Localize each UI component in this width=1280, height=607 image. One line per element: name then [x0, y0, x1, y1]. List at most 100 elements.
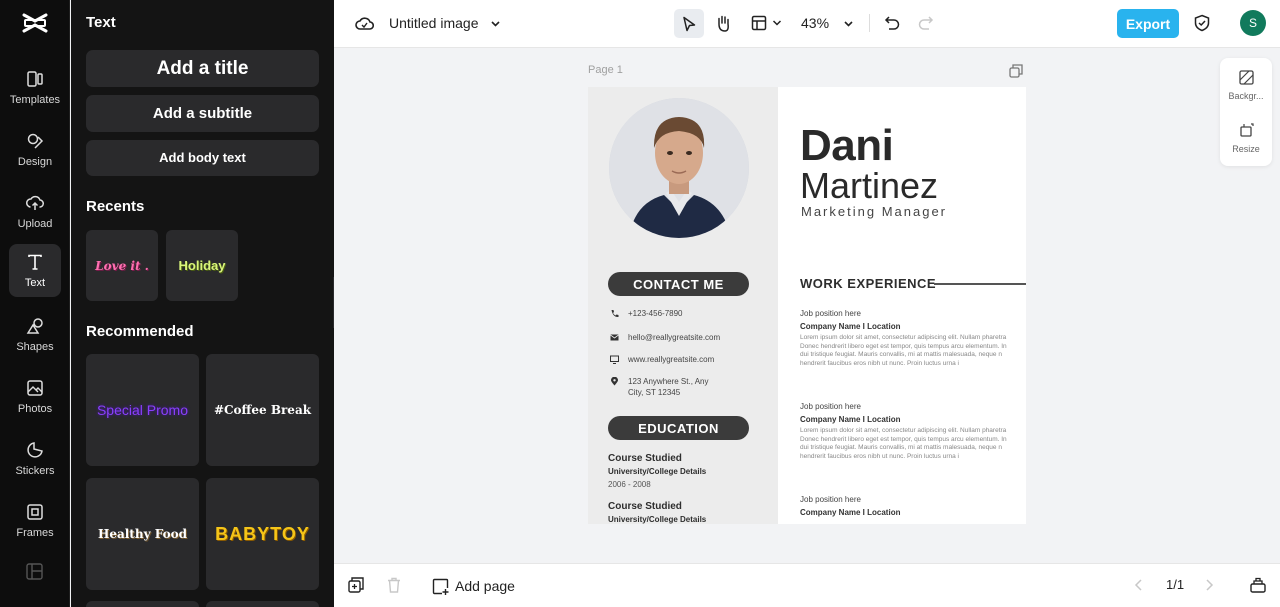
portrait-image [609, 98, 749, 238]
undo-icon[interactable] [884, 15, 900, 30]
duplicate-icon[interactable] [348, 577, 364, 593]
redo-icon[interactable] [918, 15, 934, 30]
monitor-icon [610, 355, 619, 364]
recommended-heading: Recommended [86, 323, 194, 340]
capcut-logo[interactable] [22, 11, 48, 35]
job-entry: Job position here Company Name I Locatio… [800, 309, 1026, 368]
job-company: Company Name I Location [800, 415, 901, 424]
recommended-label: #Coffee Break [213, 403, 312, 417]
recents-heading: Recents [86, 198, 145, 215]
contact-email: hello@reallygreatsite.com [628, 333, 721, 342]
shapes-icon [26, 318, 43, 334]
page-counter: 1/1 [1166, 577, 1185, 592]
apps-icon[interactable] [26, 563, 43, 580]
recent-text-love-it[interactable]: Love it . [86, 230, 158, 301]
rail-label: Photos [17, 403, 53, 415]
trash-icon[interactable] [387, 577, 401, 593]
photos-icon [27, 380, 43, 396]
profile-photo[interactable] [609, 98, 749, 238]
rail-label: Shapes [16, 341, 54, 353]
cloud-sync-icon[interactable] [355, 15, 374, 32]
left-rail: Templates Design Upload Text Shapes Phot… [0, 0, 70, 607]
job-company: Company Name I Location [800, 322, 901, 331]
rail-item-photos[interactable]: Photos [9, 370, 61, 423]
frames-icon [27, 504, 43, 520]
chevron-down-icon[interactable] [490, 18, 501, 29]
add-page-button[interactable]: Add page [432, 576, 515, 596]
templates-icon [27, 71, 43, 87]
document-title[interactable]: Untitled image [389, 15, 479, 31]
recent-text-label: Love it . [95, 258, 149, 273]
recommended-babytoy[interactable]: BABYTOY [206, 478, 319, 590]
rail-label: Text [24, 277, 46, 289]
rail-item-frames[interactable]: Frames [9, 494, 61, 547]
duplicate-page-icon[interactable] [1009, 64, 1023, 78]
layout-chevron-icon[interactable] [772, 18, 782, 28]
job-description-line: Lorem ipsum dolor sit amet, consectetur … [800, 334, 1007, 341]
prev-page-icon[interactable] [1134, 579, 1143, 591]
upload-icon [26, 195, 44, 210]
contact-phone: +123-456-7890 [628, 309, 683, 318]
job-entry: Job position here Company Name I Locatio… [800, 495, 1026, 517]
shield-icon[interactable] [1194, 14, 1210, 32]
add-body-text-button[interactable]: Add body text [86, 140, 319, 176]
resume-role[interactable]: Marketing Manager [801, 204, 947, 219]
recommended-healthy-food[interactable]: Healthy Food [86, 478, 199, 590]
export-button[interactable]: Export [1117, 9, 1179, 38]
page-label: Page 1 [588, 64, 623, 76]
side-tool-label: Resize [1232, 144, 1260, 154]
phone-icon [611, 310, 619, 318]
job-position: Job position here [800, 402, 861, 411]
rail-label: Templates [9, 94, 61, 106]
resume-page[interactable]: CONTACT ME +123-456-7890 hello@reallygre… [588, 87, 1026, 524]
job-description-line: dui tristique feugiat. Mauris convallis,… [800, 351, 1002, 359]
side-tool-label: Backgr... [1228, 91, 1264, 101]
recommended-coffee-break[interactable]: #Coffee Break [206, 354, 319, 466]
page-manager-icon[interactable] [1250, 577, 1266, 593]
job-company: Company Name I Location [800, 508, 901, 517]
select-tool-button[interactable] [674, 9, 704, 38]
job-description-line: hendrerit faucibus eros nibh ut nunc. Pr… [800, 452, 959, 460]
recommended-more-1[interactable] [86, 601, 199, 607]
education-school: University/College Details [608, 467, 707, 476]
contact-address-line2: City, ST 12345 [628, 388, 681, 397]
recommended-label: Special Promo [96, 402, 189, 418]
resume-first-name[interactable]: Dani [800, 121, 894, 171]
rail-item-text[interactable]: Text [9, 244, 61, 297]
hand-tool-icon[interactable] [715, 14, 732, 32]
heading-rule [934, 283, 1026, 285]
add-page-icon [432, 578, 449, 595]
recommended-special-promo[interactable]: Special Promo [86, 354, 199, 466]
add-subtitle-button[interactable]: Add a subtitle [86, 95, 319, 132]
rail-item-design[interactable]: Design [9, 123, 61, 176]
pointer-icon [683, 16, 696, 32]
rail-item-stickers[interactable]: Stickers [9, 432, 61, 485]
next-page-icon[interactable] [1205, 579, 1214, 591]
job-description-line: Donec hendrerit libero eget est tempor, … [800, 435, 1007, 443]
background-tool[interactable]: Backgr... [1220, 64, 1272, 110]
recommended-more-2[interactable] [206, 601, 319, 607]
recommended-label: BABYTOY [215, 523, 310, 544]
job-entry: Job position here Company Name I Locatio… [800, 402, 1026, 461]
recent-text-holiday[interactable]: Holiday [166, 230, 238, 301]
resize-tool[interactable]: Resize [1220, 117, 1272, 163]
side-tools-panel: Backgr... Resize [1220, 58, 1272, 166]
education-school: University/College Details [608, 515, 707, 524]
user-avatar[interactable]: S [1240, 10, 1266, 36]
zoom-level[interactable]: 43% [801, 15, 829, 31]
resume-last-name[interactable]: Martinez [800, 165, 938, 207]
rail-item-templates[interactable]: Templates [9, 61, 61, 114]
rail-item-shapes[interactable]: Shapes [9, 308, 61, 361]
rail-item-upload[interactable]: Upload [9, 185, 61, 238]
add-title-button[interactable]: Add a title [86, 50, 319, 87]
job-description-line: dui tristique feugiat. Mauris convallis,… [800, 444, 1002, 452]
contact-address-line1: 123 Anywhere St., Any [628, 377, 709, 386]
top-bar: Untitled image 43% Export S [334, 0, 1280, 48]
education-years: 2006 - 2008 [608, 480, 651, 489]
layout-icon[interactable] [751, 15, 767, 31]
job-description-line: Lorem ipsum dolor sit amet, consectetur … [800, 427, 1007, 434]
bottom-bar: Add page 1/1 [334, 563, 1280, 607]
add-page-label: Add page [455, 578, 515, 594]
recent-text-label: Holiday [178, 258, 226, 273]
zoom-chevron-icon[interactable] [843, 18, 854, 29]
